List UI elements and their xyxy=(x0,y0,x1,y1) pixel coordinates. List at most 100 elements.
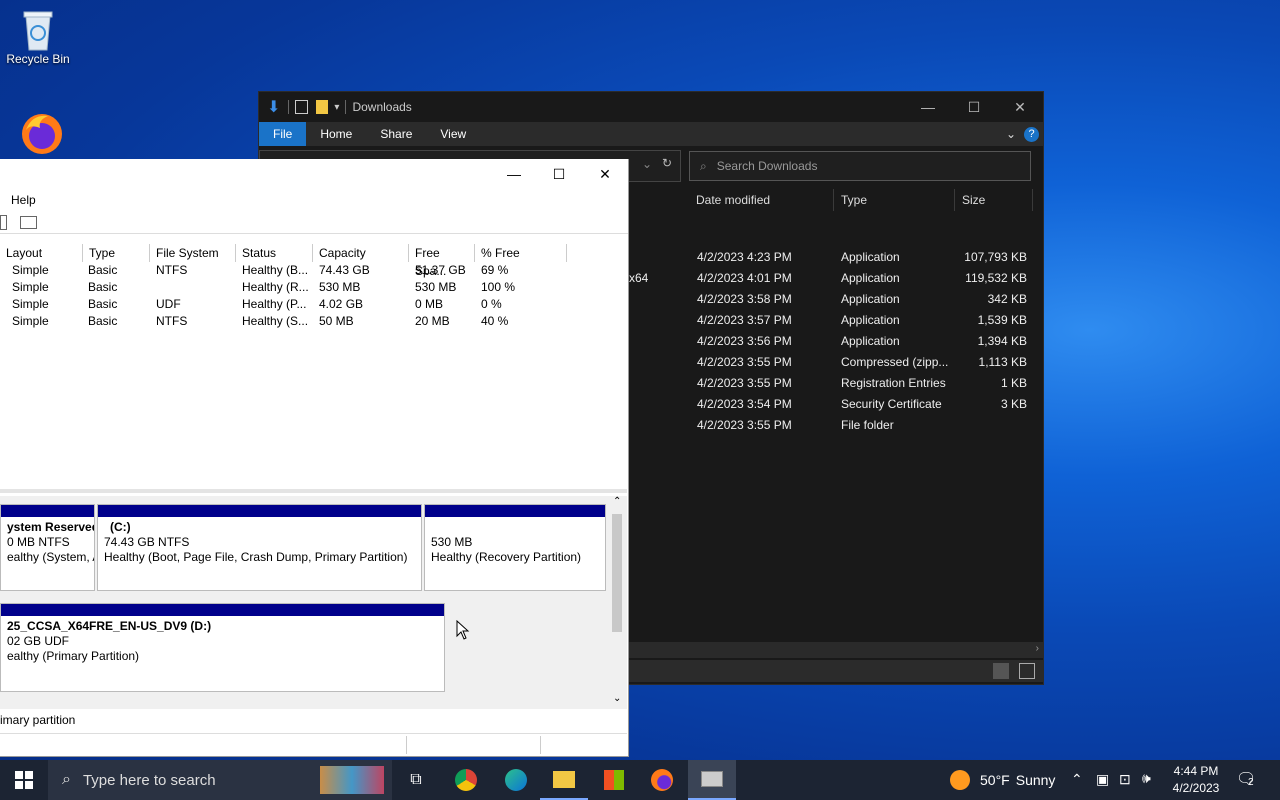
pane-splitter[interactable] xyxy=(0,489,627,493)
details-view-icon[interactable] xyxy=(993,663,1009,679)
file-type: Application xyxy=(841,250,900,264)
search-icon: ⌕ xyxy=(62,771,71,788)
notification-count: 2 xyxy=(1248,777,1254,788)
explorer-minimize-button[interactable]: — xyxy=(905,92,951,122)
partition-system-reserved[interactable]: ystem Reserved 0 MB NTFS ealthy (System, A xyxy=(0,504,95,591)
search-placeholder: Search Downloads xyxy=(716,159,818,173)
volume-layout: Simple xyxy=(12,297,49,311)
clock[interactable]: 4:44 PM 4/2/2023 xyxy=(1166,763,1226,797)
volume-status: Healthy (S... xyxy=(242,314,309,328)
col-status[interactable]: Status xyxy=(236,244,313,262)
file-date: 4/2/2023 3:55 PM xyxy=(697,418,792,432)
recycle-bin-icon xyxy=(18,8,58,51)
col-size[interactable]: Size xyxy=(955,189,1033,211)
volume-fs: NTFS xyxy=(156,314,188,328)
col-type[interactable]: Type xyxy=(83,244,150,262)
menu-help[interactable]: Help xyxy=(11,193,36,207)
explorer-maximize-button[interactable]: ☐ xyxy=(951,92,997,122)
search-downloads-input[interactable]: ⌕ Search Downloads xyxy=(689,151,1031,181)
scroll-right-icon[interactable]: › xyxy=(1036,643,1039,654)
toolbar-list-icon[interactable] xyxy=(0,215,7,230)
network-icon[interactable]: ⊡ xyxy=(1119,771,1131,788)
properties-checkbox-icon[interactable] xyxy=(295,100,309,114)
action-center-button[interactable]: 🗨 2 xyxy=(1236,769,1260,791)
volume-list: Layout Type File System Status Capacity … xyxy=(0,244,627,484)
taskbar-search-box[interactable]: ⌕ Type here to search xyxy=(48,760,392,800)
file-type: Compressed (zipp... xyxy=(841,355,949,369)
volume-capacity: 74.43 GB xyxy=(319,263,370,277)
file-size: 3 KB xyxy=(1000,397,1027,411)
firefox-desktop-icon[interactable] xyxy=(0,110,76,154)
ribbon-expand-icon[interactable]: ⌄ xyxy=(1006,127,1016,141)
store-icon xyxy=(604,770,624,790)
volume-type: Basic xyxy=(88,314,118,328)
file-type: File folder xyxy=(841,418,894,432)
col-percent-free[interactable]: % Free xyxy=(475,244,567,262)
diskmgmt-status-bar xyxy=(0,733,627,756)
disk-management-taskbar-button[interactable] xyxy=(688,760,736,800)
volume-row[interactable]: Simple Basic NTFS Healthy (B... 74.43 GB 51.3… xyxy=(0,262,627,279)
task-view-button[interactable]: ⧉ xyxy=(392,760,440,800)
store-taskbar-button[interactable] xyxy=(590,760,638,800)
partition-d-drive[interactable]: 25_CCSA_X64FRE_EN-US_DV9 (D:) 02 GB UDF ea… xyxy=(0,603,445,692)
volume-row[interactable]: Simple Basic NTFS Healthy (S... 50 MB 20 MB 40… xyxy=(0,313,627,330)
recycle-bin-desktop-icon[interactable]: Recycle Bin xyxy=(0,8,76,66)
toolbar-properties-icon[interactable] xyxy=(20,216,37,229)
volume-type: Basic xyxy=(88,280,118,294)
partition-status: ealthy (System, A xyxy=(7,550,94,564)
volume-status: Healthy (B... xyxy=(242,263,309,277)
tab-home[interactable]: Home xyxy=(306,122,366,146)
diskmgmt-maximize-button[interactable]: ☐ xyxy=(536,159,582,189)
partition-recovery[interactable]: 530 MB Healthy (Recovery Partition) xyxy=(424,504,606,591)
large-icons-view-icon[interactable] xyxy=(1019,663,1035,679)
meet-now-icon[interactable]: ▣ xyxy=(1096,771,1109,788)
volume-row[interactable]: Simple Basic Healthy (R... 530 MB 530 MB 100 … xyxy=(0,279,627,296)
tab-file[interactable]: File xyxy=(259,122,307,146)
tab-share[interactable]: Share xyxy=(366,122,426,146)
firefox-taskbar-button[interactable] xyxy=(638,760,686,800)
partition-c-drive[interactable]: (C:) 74.43 GB NTFS Healthy (Boot, Page Fil… xyxy=(97,504,422,591)
partition-name: ystem Reserved xyxy=(7,520,94,534)
tab-view[interactable]: View xyxy=(426,122,480,146)
explorer-close-button[interactable]: ✕ xyxy=(997,92,1043,122)
folder-icon xyxy=(553,770,575,788)
col-capacity[interactable]: Capacity xyxy=(313,244,409,262)
volume-icon[interactable]: 🕪 xyxy=(1142,770,1151,787)
volume-type: Basic xyxy=(88,263,118,277)
scroll-up-icon[interactable]: ⌃ xyxy=(613,496,621,507)
scroll-down-icon[interactable]: ⌄ xyxy=(613,693,621,704)
volume-pct: 69 % xyxy=(481,263,509,277)
diskmgmt-titlebar: — ☐ ✕ xyxy=(0,159,628,191)
volume-pct: 0 % xyxy=(481,297,502,311)
weather-widget[interactable]: 50°F Sunny xyxy=(950,760,1055,800)
new-folder-icon[interactable] xyxy=(316,100,329,114)
quick-access-dropdown-icon[interactable]: ▾ xyxy=(334,102,339,113)
show-hidden-icons-chevron-icon[interactable]: ⌃ xyxy=(1071,771,1083,788)
volume-pct: 100 % xyxy=(481,280,516,294)
windows-logo-icon xyxy=(15,771,33,789)
chrome-taskbar-button[interactable] xyxy=(442,760,490,800)
col-date-modified[interactable]: Date modified xyxy=(689,189,834,211)
start-button[interactable] xyxy=(0,760,48,800)
task-view-icon: ⧉ xyxy=(410,771,422,788)
col-type[interactable]: Type xyxy=(834,189,955,211)
volume-type: Basic xyxy=(88,297,118,311)
vertical-scrollbar[interactable]: ⌃ ⌄ xyxy=(610,496,626,709)
col-file-system[interactable]: File System xyxy=(150,244,236,262)
col-layout[interactable]: Layout xyxy=(0,244,83,262)
help-icon[interactable]: ? xyxy=(1024,126,1039,142)
volume-layout: Simple xyxy=(12,280,49,294)
edge-taskbar-button[interactable] xyxy=(492,760,540,800)
status-bar xyxy=(629,660,1043,682)
diskmgmt-close-button[interactable]: ✕ xyxy=(582,159,628,189)
file-explorer-taskbar-button[interactable] xyxy=(540,760,588,800)
volume-layout: Simple xyxy=(12,263,49,277)
diskmgmt-minimize-button[interactable]: — xyxy=(491,159,537,189)
file-date: 4/2/2023 3:54 PM xyxy=(697,397,792,411)
refresh-icon[interactable]: ↻ xyxy=(662,156,672,170)
col-free-space[interactable]: Free Spa... xyxy=(409,244,475,278)
horizontal-scrollbar[interactable]: › xyxy=(629,642,1043,658)
scroll-thumb[interactable] xyxy=(612,514,622,632)
volume-row[interactable]: Simple Basic UDF Healthy (P... 4.02 GB 0 MB 0 … xyxy=(0,296,627,313)
address-dropdown-icon[interactable]: ⌄ xyxy=(642,157,652,171)
